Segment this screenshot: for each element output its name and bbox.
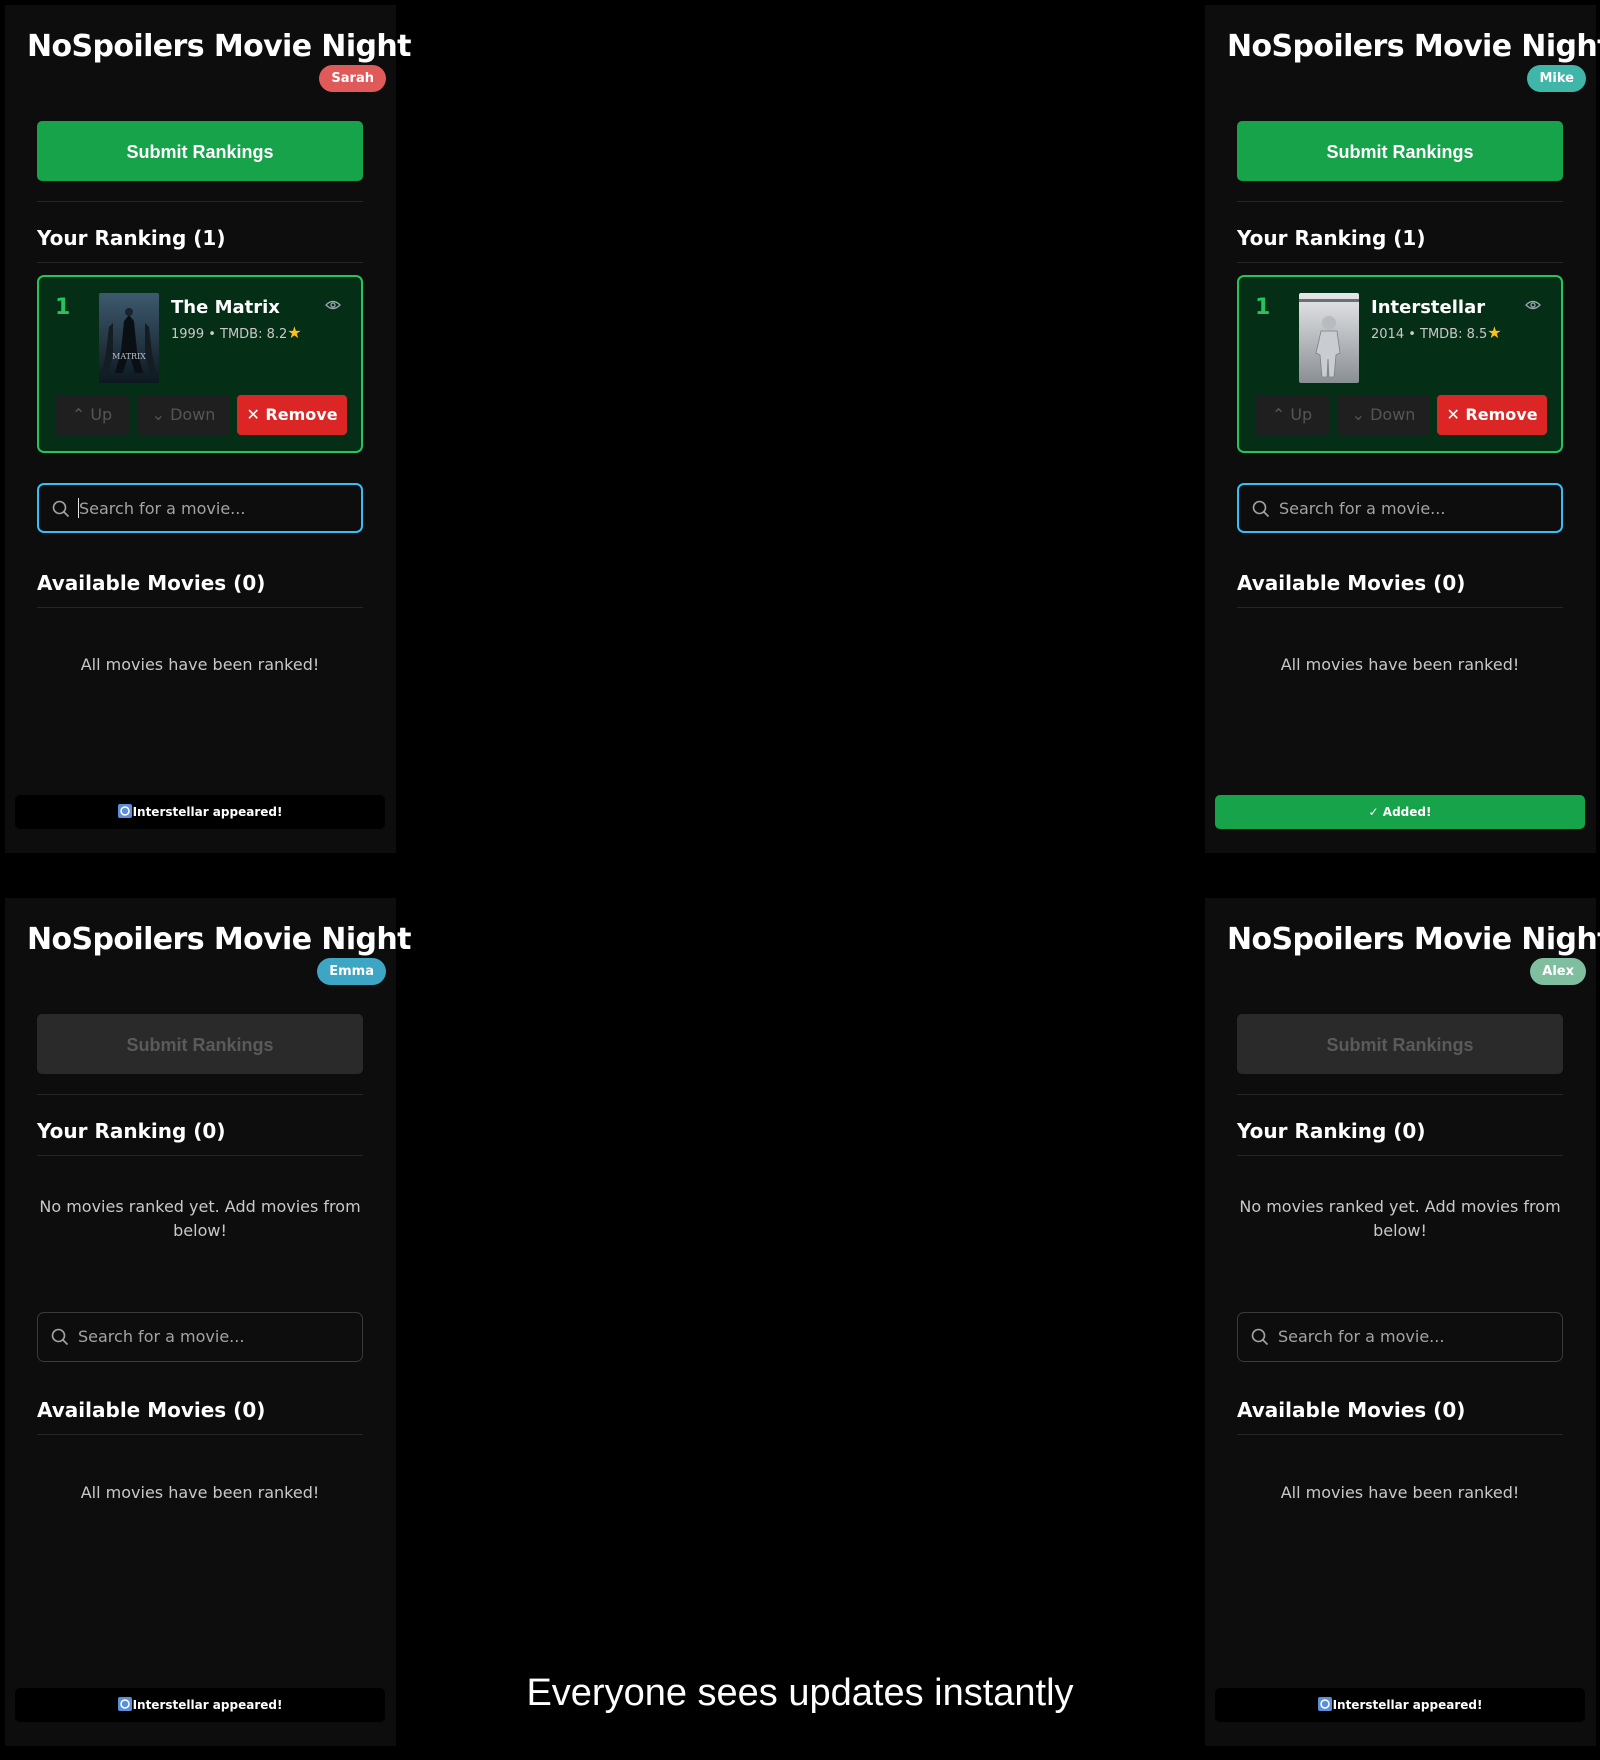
toast-text: ✓ Added! [1368, 805, 1432, 819]
divider [37, 1155, 363, 1156]
caption-text: Everyone sees updates instantly [526, 1672, 1074, 1714]
chevron-down-icon: ⌄ [151, 405, 165, 424]
divider [1237, 1155, 1563, 1156]
ranking-header: Your Ranking (0) [1237, 1119, 1426, 1143]
user-badge: Sarah [319, 65, 386, 92]
screenshot-canvas: NoSpoilers Movie Night Sarah Submit Rank… [0, 0, 1600, 1760]
app-title: NoSpoilers Movie Night [1227, 922, 1600, 957]
move-down-button[interactable]: ⌄ Down [1337, 395, 1430, 435]
divider [37, 607, 363, 608]
close-icon: ✕ [246, 405, 260, 424]
star-icon: ★ [287, 323, 302, 342]
move-down-label: Down [1370, 405, 1416, 424]
search-icon [51, 1328, 69, 1346]
user-panel-alex: NoSpoilers Movie Night Alex Submit Ranki… [1205, 898, 1600, 1746]
movie-meta-text: 1999 • TMDB: 8.2 [171, 327, 288, 342]
submit-rankings-button[interactable]: Submit Rankings [37, 1014, 363, 1074]
divider [1237, 201, 1563, 202]
remove-button[interactable]: ✕ Remove [1437, 395, 1547, 435]
submit-rankings-button[interactable]: Submit Rankings [1237, 121, 1563, 181]
divider [1237, 1434, 1563, 1435]
search-input[interactable]: Search for a movie... [1237, 1312, 1563, 1362]
app-title: NoSpoilers Movie Night [27, 922, 411, 957]
user-panel-emma: NoSpoilers Movie Night Emma Submit Ranki… [5, 898, 411, 1746]
move-up-label: Up [90, 405, 113, 424]
search-icon [1252, 500, 1270, 518]
user-badge: Alex [1530, 958, 1586, 985]
ranked-movie-card: 1 MATRIX The Matrix 1999 • TMDB: 8.2★ ⌃ … [37, 275, 363, 453]
user-badge: Emma [317, 958, 386, 985]
move-down-label: Down [170, 405, 216, 424]
movie-meta-text: 2014 • TMDB: 8.5 [1371, 327, 1488, 342]
movie-title: Interstellar [1371, 297, 1486, 318]
remove-label: Remove [265, 405, 338, 424]
chevron-up-icon: ⌃ [71, 405, 86, 424]
rank-number: 1 [1255, 295, 1271, 320]
svg-text:MATRIX: MATRIX [112, 352, 146, 361]
available-header: Available Movies (0) [1237, 1398, 1466, 1422]
close-icon: ✕ [1446, 405, 1460, 424]
search-icon [1251, 1328, 1269, 1346]
toast-text: Interstellar appeared! [132, 805, 283, 819]
divider [37, 1094, 363, 1095]
search-input[interactable]: Search for a movie... [1237, 483, 1563, 533]
user-panel-mike: NoSpoilers Movie Night Mike Submit Ranki… [1205, 5, 1600, 853]
divider [1237, 1094, 1563, 1095]
movie-meta: 2014 • TMDB: 8.5★ [1371, 323, 1502, 342]
move-down-button[interactable]: ⌄ Down [137, 395, 230, 435]
star-icon: ★ [1487, 323, 1502, 342]
move-up-label: Up [1290, 405, 1313, 424]
ranking-header: Your Ranking (0) [37, 1119, 226, 1143]
available-header: Available Movies (0) [1237, 571, 1466, 595]
search-placeholder: Search for a movie... [79, 499, 246, 518]
ranking-empty-message: No movies ranked yet. Add movies from be… [1239, 1197, 1561, 1240]
eye-icon[interactable] [325, 299, 341, 311]
movie-meta: 1999 • TMDB: 8.2★ [171, 323, 302, 342]
toast-notification: ✓ Added! [1215, 795, 1585, 829]
divider [37, 262, 363, 263]
search-input[interactable]: Search for a movie... [37, 483, 363, 533]
search-input[interactable]: Search for a movie... [37, 1312, 363, 1362]
divider [1237, 607, 1563, 608]
ranked-movie-card: 1 Interstellar 2014 • TMDB: 8.5★ ⌃ Up ⌄ … [1237, 275, 1563, 453]
user-panel-sarah: NoSpoilers Movie Night Sarah Submit Rank… [5, 5, 411, 853]
movie-title: The Matrix [171, 297, 280, 318]
app-title: NoSpoilers Movie Night [1227, 29, 1600, 64]
search-placeholder: Search for a movie... [1279, 499, 1446, 518]
move-up-button[interactable]: ⌃ Up [1255, 395, 1329, 435]
search-placeholder: Search for a movie... [78, 1327, 245, 1346]
available-empty-message: All movies have been ranked! [1280, 655, 1520, 674]
ranking-empty-message: No movies ranked yet. Add movies from be… [39, 1197, 361, 1240]
remove-label: Remove [1465, 405, 1538, 424]
matrix-poster-icon: MATRIX [99, 293, 159, 383]
search-icon [52, 500, 70, 518]
available-header: Available Movies (0) [37, 571, 266, 595]
move-up-button[interactable]: ⌃ Up [55, 395, 129, 435]
divider [37, 201, 363, 202]
available-header: Available Movies (0) [37, 1398, 266, 1422]
eye-icon[interactable] [1525, 299, 1541, 311]
user-badge: Mike [1527, 65, 1586, 92]
remove-button[interactable]: ✕ Remove [237, 395, 347, 435]
interstellar-poster-icon [1299, 293, 1359, 383]
submit-rankings-button[interactable]: Submit Rankings [1237, 1014, 1563, 1074]
rank-number: 1 [55, 295, 71, 320]
search-placeholder: Search for a movie... [1278, 1327, 1445, 1346]
refresh-icon [117, 804, 132, 818]
toast-notification: Interstellar appeared! [15, 795, 385, 829]
chevron-down-icon: ⌄ [1351, 405, 1365, 424]
available-empty-message: All movies have been ranked! [80, 1483, 320, 1502]
app-title: NoSpoilers Movie Night [27, 29, 411, 64]
divider [1237, 262, 1563, 263]
submit-rankings-button[interactable]: Submit Rankings [37, 121, 363, 181]
ranking-header: Your Ranking (1) [1237, 226, 1426, 250]
ranking-header: Your Ranking (1) [37, 226, 226, 250]
chevron-up-icon: ⌃ [1271, 405, 1286, 424]
available-empty-message: All movies have been ranked! [80, 655, 320, 674]
available-empty-message: All movies have been ranked! [1280, 1483, 1520, 1502]
divider [37, 1434, 363, 1435]
